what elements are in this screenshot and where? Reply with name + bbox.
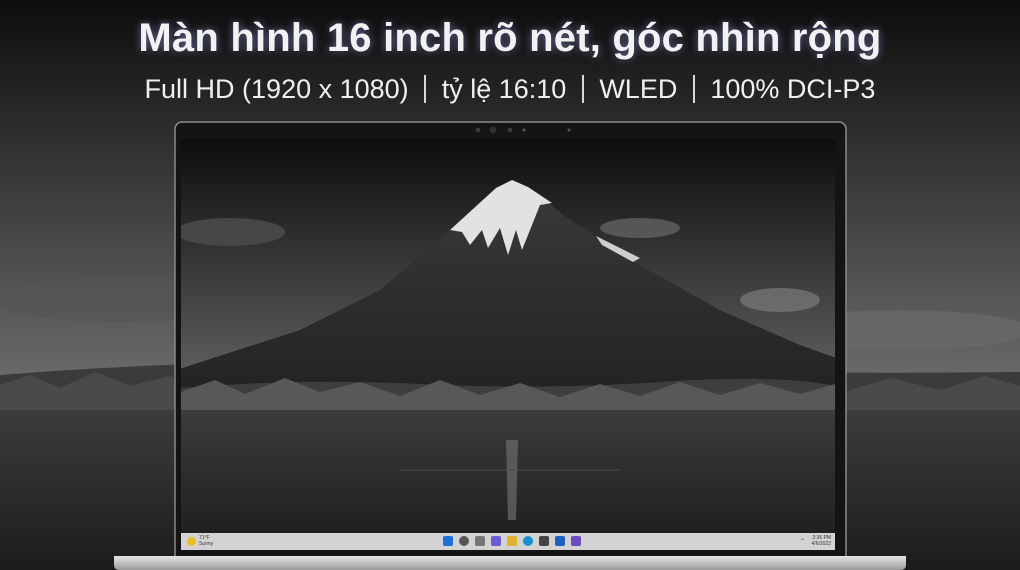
start-icon[interactable]: [443, 536, 453, 546]
store-icon[interactable]: [539, 536, 549, 546]
weather-sun-icon: [187, 537, 196, 546]
spec-panel: WLED: [599, 74, 678, 104]
spec-divider: [581, 75, 584, 103]
taskbar: 71°F Sunny ⌃ 2:36 PM 4/6/2022: [181, 533, 835, 550]
spec-color-gamut: 100% DCI-P3: [710, 74, 876, 104]
clock[interactable]: 2:36 PM 4/6/2022: [812, 535, 831, 547]
task-view-icon[interactable]: [475, 536, 485, 546]
laptop-base: [114, 556, 906, 570]
taskbar-apps: [443, 536, 581, 548]
spec-line: Full HD (1920 x 1080) tỷ lệ 16:10 WLED 1…: [0, 74, 1020, 105]
file-explorer-icon[interactable]: [507, 536, 517, 546]
headline: Màn hình 16 inch rõ nét, góc nhìn rộng: [138, 16, 882, 60]
mail-icon[interactable]: [555, 536, 565, 546]
weather-desc: Sunny: [199, 541, 214, 547]
chevron-up-icon[interactable]: ⌃: [800, 538, 805, 545]
edge-icon[interactable]: [523, 536, 533, 546]
weather-widget[interactable]: 71°F Sunny: [199, 535, 213, 547]
spec-ratio: tỷ lệ 16:10: [441, 74, 567, 104]
clock-date: 4/6/2022: [811, 541, 831, 547]
spec-resolution: Full HD (1920 x 1080): [144, 74, 409, 104]
chat-icon[interactable]: [491, 536, 501, 546]
search-icon[interactable]: [459, 536, 469, 546]
screen-wallpaper: [181, 139, 835, 550]
spec-divider: [692, 75, 695, 103]
spec-divider: [424, 75, 427, 103]
teams-icon[interactable]: [571, 536, 581, 546]
